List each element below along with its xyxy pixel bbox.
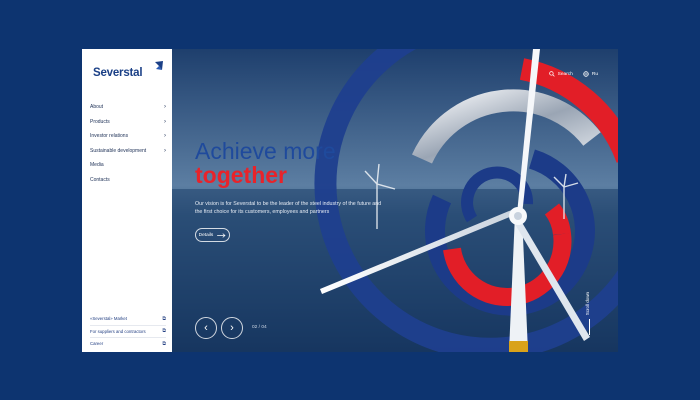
chevron-right-icon: › [164, 118, 166, 125]
sidebar-footer-links: «Severstal» Market ⧉ For suppliers and c… [90, 313, 166, 350]
next-slide-button[interactable]: › [221, 317, 243, 339]
hero-headline: Achieve more together [195, 139, 336, 187]
scroll-down-indicator[interactable]: Scroll down [585, 292, 590, 315]
arrow-right-icon [217, 232, 226, 238]
external-link-icon: ⧉ [162, 328, 166, 335]
main-nav: About › Products › Investor relations › … [90, 100, 166, 187]
globe-icon [583, 71, 589, 77]
hero-subtext: Our vision is for Severstal to be the le… [195, 201, 382, 215]
search-button[interactable]: Search [548, 71, 573, 77]
language-label: Ru [591, 71, 598, 77]
chevron-left-icon: ‹ [204, 322, 208, 334]
footer-link-market[interactable]: «Severstal» Market ⧉ [90, 313, 166, 325]
footer-link-career[interactable]: Career ⧉ [90, 337, 166, 350]
external-link-icon: ⧉ [162, 315, 166, 322]
chevron-right-icon: › [164, 133, 166, 140]
search-label: Search [557, 71, 573, 77]
nav-item-label: Media [90, 162, 104, 169]
footer-link-label: «Severstal» Market [90, 316, 128, 322]
logo-mark-icon [155, 61, 163, 70]
nav-item-label: Investor relations [90, 133, 129, 140]
headline-line-2: together [195, 162, 287, 188]
sidebar: Severstal About › Products › Investor re… [82, 49, 172, 352]
nav-item-about[interactable]: About › [90, 100, 166, 115]
chevron-right-icon: › [164, 147, 166, 154]
logo-text: Severstal [93, 67, 143, 79]
search-icon [548, 71, 555, 77]
external-link-icon: ⧉ [162, 340, 166, 347]
hero-banner: Search Ru Achieve more together Our visi… [172, 49, 618, 352]
nav-item-label: Sustainable development [90, 147, 147, 154]
nav-item-contacts[interactable]: Contacts [90, 173, 166, 188]
nav-item-label: About [90, 104, 104, 111]
details-label: Details [198, 232, 214, 238]
details-button[interactable]: Details [195, 228, 230, 242]
scroll-line [589, 319, 590, 335]
chevron-right-icon: › [230, 322, 234, 334]
footer-link-label: For suppliers and contractors [90, 328, 146, 334]
chevron-right-icon: › [164, 104, 166, 111]
prev-slide-button[interactable]: ‹ [195, 317, 217, 339]
nav-item-sustainable-development[interactable]: Sustainable development › [90, 144, 166, 159]
nav-item-label: Products [90, 118, 110, 125]
footer-link-suppliers[interactable]: For suppliers and contractors ⧉ [90, 324, 166, 338]
headline-line-1: Achieve more [195, 138, 336, 164]
nav-item-label: Contacts [90, 176, 110, 183]
footer-link-label: Career [90, 341, 104, 347]
slide-pager: 02 / 04 [252, 325, 267, 330]
nav-item-media[interactable]: Media [90, 158, 166, 173]
language-switch[interactable]: Ru [583, 71, 598, 77]
nav-item-investor-relations[interactable]: Investor relations › [90, 129, 166, 144]
site-frame: Severstal About › Products › Investor re… [82, 49, 618, 352]
top-bar: Search Ru [548, 71, 598, 77]
nav-item-products[interactable]: Products › [90, 115, 166, 130]
